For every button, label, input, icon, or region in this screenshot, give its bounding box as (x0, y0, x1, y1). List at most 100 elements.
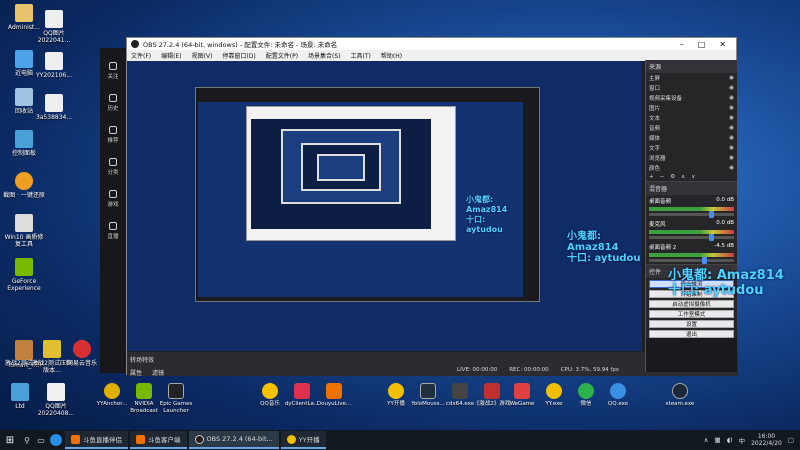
nvidia-icon (136, 383, 152, 399)
up-icon[interactable]: ∧ (681, 174, 685, 180)
down-icon[interactable]: ∨ (691, 174, 695, 180)
eye-icon[interactable]: ◉ (729, 145, 734, 151)
transition-heading: 转场特效 (130, 357, 155, 364)
image-icon (45, 10, 63, 28)
taskbar-task[interactable]: 斗鱼客户端 (130, 431, 187, 449)
desktop-icon[interactable]: Win10 画质修复工具 (2, 214, 46, 248)
desktop-icon[interactable]: Ltd (0, 383, 42, 410)
slider-knob[interactable] (708, 234, 714, 241)
nested-frame (281, 129, 401, 204)
obs-titlebar[interactable]: OBS 27.2.4 (64-bit, windows) - 配置文件: 未命名… (127, 38, 736, 50)
menu-tools[interactable]: 工具(T) (351, 51, 371, 60)
source-item[interactable]: 图片 ◉ (646, 103, 737, 113)
epic-games-icon (168, 383, 184, 399)
source-item[interactable]: 文本 ◉ (646, 113, 737, 123)
volume-slider[interactable] (649, 211, 734, 218)
eye-icon[interactable]: ◉ (729, 165, 734, 171)
volume-slider[interactable] (649, 234, 734, 241)
desktop-icon[interactable]: 3a538834... (32, 94, 76, 121)
control-panel-icon (15, 130, 33, 148)
source-item[interactable]: 主屏 ◉ (646, 73, 737, 83)
desktop-icon[interactable]: GeForce Experience (2, 258, 46, 292)
eye-icon[interactable]: ◉ (729, 135, 734, 141)
menu-profile[interactable]: 配置文件(P) (266, 51, 298, 60)
eye-icon[interactable]: ◉ (729, 155, 734, 161)
volume-slider[interactable] (649, 257, 734, 264)
slider-knob[interactable] (708, 211, 714, 218)
menu-edit[interactable]: 编辑(E) (161, 51, 181, 60)
minimize-icon[interactable]: – (680, 40, 684, 49)
source-item[interactable]: 窗口 ◉ (646, 83, 737, 93)
desktop-icon[interactable]: 截图 · 一键还原 (2, 172, 46, 199)
chevron-up-icon[interactable]: ∧ (704, 436, 709, 444)
desktop-icon[interactable]: 网易云音乐 (60, 340, 104, 367)
notification-icon[interactable]: ▢ (788, 436, 794, 444)
search-icon[interactable]: ⚲ (20, 436, 34, 445)
sidebar-item[interactable]: 历史 (100, 94, 126, 112)
source-item[interactable]: 浏览器 ◉ (646, 153, 737, 163)
sidebar-item[interactable]: 分类 (100, 158, 126, 176)
source-item[interactable]: 视频采集设备 ◉ (646, 93, 737, 103)
game-icon (484, 383, 500, 399)
task-view-icon[interactable]: ▭ (34, 436, 48, 445)
clock[interactable]: 16:00 2022/4/20 (751, 433, 782, 447)
menu-help[interactable]: 帮助(H) (381, 51, 402, 60)
properties-tab[interactable]: 属性 (130, 368, 142, 377)
eye-icon[interactable]: ◉ (729, 75, 734, 81)
sidebar-item[interactable]: 关注 (100, 62, 126, 80)
sources-panel: 来源 主屏 ◉ 窗口 ◉ 视频采集设备 ◉ 图片 ◉ 文本 ◉ 音频 ◉ 媒体 ◉ 文字 ◉ 浏… (646, 60, 737, 182)
remove-icon[interactable]: − (660, 174, 665, 180)
taskbar-task-active[interactable]: OBS 27.2.4 (64-bit... (188, 431, 279, 449)
windows-start-icon[interactable]: ⊞ (0, 435, 20, 446)
settings-button[interactable]: 设置 (649, 320, 734, 328)
eye-icon[interactable]: ◉ (729, 125, 734, 131)
desktop-icon[interactable]: Epic Games Launcher (154, 383, 198, 415)
source-item[interactable]: 文字 ◉ (646, 143, 737, 153)
menu-scene-collection[interactable]: 场景集合(S) (308, 51, 341, 60)
maximize-icon[interactable]: □ (698, 40, 706, 49)
desktop-icon[interactable]: 控制面板 (2, 130, 46, 157)
sidebar-item[interactable]: 直播 (100, 222, 126, 240)
wegame-icon (514, 383, 530, 399)
menu-file[interactable]: 文件(F) (131, 51, 151, 60)
desktop-icon[interactable]: YY2021​06... (32, 52, 76, 79)
yy-icon (388, 383, 404, 399)
menu-docks[interactable]: 停靠窗口(D) (222, 51, 255, 60)
network-icon[interactable]: ▦ (714, 436, 720, 444)
source-item[interactable]: 音频 ◉ (646, 123, 737, 133)
eye-icon[interactable]: ◉ (729, 115, 734, 121)
watermark-medium: 小鬼都: Amaz814 十口: aytudou (567, 231, 641, 264)
slider-knob[interactable] (701, 257, 707, 264)
desktop-icon[interactable]: steam.exe (658, 383, 702, 408)
add-icon[interactable]: + (649, 174, 654, 180)
studio-mode-button[interactable]: 工作室模式 (649, 310, 734, 318)
virtual-camera-button[interactable]: 启动虚拟摄像机 (649, 300, 734, 308)
filters-tab[interactable]: 滤镜 (152, 368, 164, 377)
desktop-icon[interactable]: QQ图片 2022041... (32, 10, 76, 44)
history-icon (109, 94, 117, 102)
source-item[interactable]: 媒体 ◉ (646, 133, 737, 143)
volume-icon[interactable]: ◖) (727, 436, 733, 444)
source-item[interactable]: 颜色 ◉ (646, 163, 737, 173)
edge-icon[interactable] (50, 434, 62, 446)
eye-icon[interactable]: ◉ (729, 85, 734, 91)
ime-icon[interactable]: 中 (739, 435, 746, 445)
file-icon (11, 383, 29, 401)
sidebar-item[interactable]: 推荐 (100, 126, 126, 144)
desktop-icon[interactable]: QQ.exe (596, 383, 640, 408)
taskbar-task[interactable]: YY开播 (280, 431, 326, 449)
taskbar-task[interactable]: 斗鱼直播伴侣 (65, 431, 128, 449)
preview-canvas[interactable]: 小鬼都: Amaz814 十口: aytudou 小鬼都: Amaz814 十口… (127, 61, 642, 351)
desktop-icon[interactable]: DouyuLive... (312, 383, 356, 408)
gear-icon[interactable]: ⚙ (670, 174, 675, 180)
douyu-icon (71, 434, 80, 444)
eye-icon[interactable]: ◉ (729, 105, 734, 111)
eye-icon[interactable]: ◉ (729, 95, 734, 101)
menu-view[interactable]: 视图(V) (192, 51, 213, 60)
sidebar-item[interactable]: 游戏 (100, 190, 126, 208)
close-icon[interactable]: ✕ (719, 40, 726, 49)
netease-music-icon (73, 340, 91, 358)
source-toolbar: + − ⚙ ∧ ∨ (646, 173, 737, 181)
exit-button[interactable]: 退出 (649, 330, 734, 338)
transition-panel: 转场特效 属性 滤镜 (127, 352, 287, 377)
